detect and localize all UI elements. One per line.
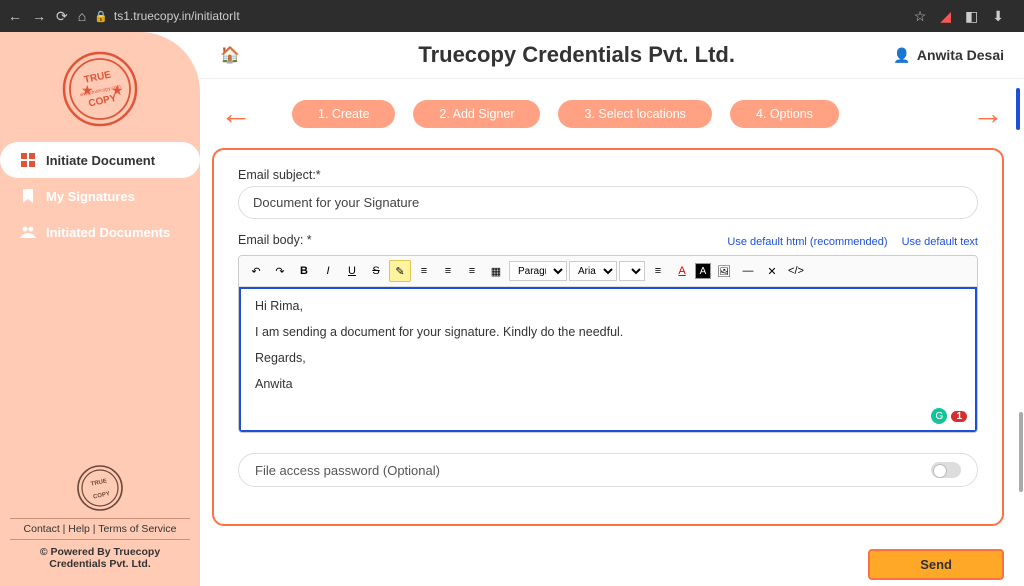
company-title: Truecopy Credentials Pvt. Ltd. (260, 42, 894, 68)
url-bar[interactable]: 🔒 ts1.truecopy.in/initiatorIt (94, 9, 374, 23)
logo-wrap: TRUECOPYwww.truecopy.com★★ (0, 32, 200, 142)
sidebar-item-signatures[interactable]: My Signatures (0, 178, 200, 214)
subject-input[interactable] (238, 186, 978, 219)
mute-icon[interactable]: ◢ (940, 8, 951, 25)
body-line: Hi Rima, (255, 299, 961, 313)
bold-icon[interactable]: B (293, 260, 315, 282)
truecopy-logo: TRUECOPYwww.truecopy.com★★ (61, 50, 139, 128)
subject-label: Email subject:* (238, 168, 978, 182)
user-name: Anwita Desai (917, 47, 1004, 63)
send-button[interactable]: Send (868, 549, 1004, 580)
prev-arrow[interactable]: ← (220, 95, 252, 132)
svg-text:★: ★ (111, 82, 124, 98)
align-left-icon[interactable]: ≡ (413, 260, 435, 282)
step-locations[interactable]: 3. Select locations (558, 100, 711, 128)
browser-chrome: ← → ⟳ ⌂ 🔒 ts1.truecopy.in/initiatorIt ☆ … (0, 0, 1024, 32)
body-line: Anwita (255, 377, 961, 391)
text-color-icon[interactable]: A (671, 260, 693, 282)
home-button[interactable]: ⌂ (78, 8, 86, 25)
redo-icon[interactable]: ↷ (269, 260, 291, 282)
reload-button[interactable]: ⟳ (56, 8, 68, 25)
undo-icon[interactable]: ↶ (245, 260, 267, 282)
next-arrow[interactable]: → (972, 95, 1004, 132)
sidebar-item-initiated[interactable]: Initiated Documents (0, 214, 200, 250)
file-password-label: File access password (Optional) (255, 463, 440, 478)
download-icon[interactable]: ⬇ (992, 8, 1004, 25)
sidebar-item-label: Initiated Documents (46, 225, 170, 240)
size-select[interactable]: 3 (619, 261, 645, 281)
bookmark-icon (20, 188, 36, 204)
sidebar-item-initiate[interactable]: Initiate Document (0, 142, 200, 178)
svg-text:COPY: COPY (93, 491, 111, 500)
steps-row: ← 1. Create 2. Add Signer 3. Select loca… (200, 79, 1024, 148)
back-button[interactable]: ← (8, 8, 22, 25)
underline-icon[interactable]: U (341, 260, 363, 282)
svg-text:★: ★ (81, 82, 94, 98)
header: 🏠 Truecopy Credentials Pvt. Ltd. 👤 Anwit… (200, 32, 1024, 79)
paragraph-select[interactable]: Paragraph (509, 261, 567, 281)
home-icon[interactable]: 🏠 (220, 45, 240, 65)
people-icon (20, 224, 36, 240)
sidebar-item-label: My Signatures (46, 189, 135, 204)
default-text-link[interactable]: Use default text (902, 236, 978, 248)
sub-icon[interactable]: ≡ (647, 260, 669, 282)
step-options[interactable]: 4. Options (730, 100, 839, 128)
sidebar: TRUECOPYwww.truecopy.com★★ Initiate Docu… (0, 32, 200, 586)
content-card: Email subject:* Email body: * Use defaul… (212, 148, 1004, 526)
body-line: Regards, (255, 351, 961, 365)
grid-icon (20, 152, 36, 168)
grammarly-widget[interactable]: G 1 (931, 408, 967, 424)
default-html-link[interactable]: Use default html (recommended) (727, 236, 887, 248)
footer-copyright: © Powered By Truecopy Credentials Pvt. L… (10, 540, 190, 576)
align-center-icon[interactable]: ≡ (437, 260, 459, 282)
grammarly-icon: G (931, 408, 947, 424)
step-create[interactable]: 1. Create (292, 100, 395, 128)
user-badge[interactable]: 👤 Anwita Desai (893, 47, 1004, 64)
main-content: 🏠 Truecopy Credentials Pvt. Ltd. 👤 Anwit… (200, 32, 1024, 586)
highlight-icon[interactable]: ✎ (389, 260, 411, 282)
url-text: ts1.truecopy.in/initiatorIt (114, 9, 240, 23)
clear-icon[interactable]: ✕ (761, 260, 783, 282)
page-scrollbar[interactable] (1019, 132, 1023, 576)
file-password-row: File access password (Optional) (238, 453, 978, 487)
svg-text:TRUE: TRUE (90, 478, 107, 487)
image-icon[interactable]: 🖼 (713, 260, 735, 282)
body-line: I am sending a document for your signatu… (255, 325, 961, 339)
hr-icon[interactable]: ― (737, 260, 759, 282)
align-right-icon[interactable]: ≡ (461, 260, 483, 282)
rich-editor: ↶ ↷ B I U S ✎ ≡ ≡ ≡ ▦ Paragraph Arial 3 … (238, 255, 978, 433)
body-label: Email body: * (238, 233, 312, 247)
step-add-signer[interactable]: 2. Add Signer (413, 100, 540, 128)
footer-logo: TRUE COPY (76, 464, 124, 512)
grammarly-count: 1 (951, 411, 967, 422)
extension-icon[interactable]: ◧ (965, 8, 978, 25)
font-select[interactable]: Arial (569, 261, 617, 281)
align-justify-icon[interactable]: ▦ (485, 260, 507, 282)
sidebar-item-label: Initiate Document (46, 153, 155, 168)
bg-color-icon[interactable]: A (695, 263, 711, 279)
user-icon: 👤 (893, 47, 910, 64)
file-password-toggle[interactable] (931, 462, 961, 478)
italic-icon[interactable]: I (317, 260, 339, 282)
star-icon[interactable]: ☆ (914, 8, 927, 25)
editor-toolbar: ↶ ↷ B I U S ✎ ≡ ≡ ≡ ▦ Paragraph Arial 3 … (239, 256, 977, 287)
strike-icon[interactable]: S (365, 260, 387, 282)
lock-icon: 🔒 (94, 10, 108, 23)
source-icon[interactable]: </> (785, 260, 807, 282)
editor-body[interactable]: Hi Rima, I am sending a document for you… (239, 287, 977, 432)
forward-button[interactable]: → (32, 8, 46, 25)
footer-links[interactable]: Contact | Help | Terms of Service (10, 518, 190, 540)
